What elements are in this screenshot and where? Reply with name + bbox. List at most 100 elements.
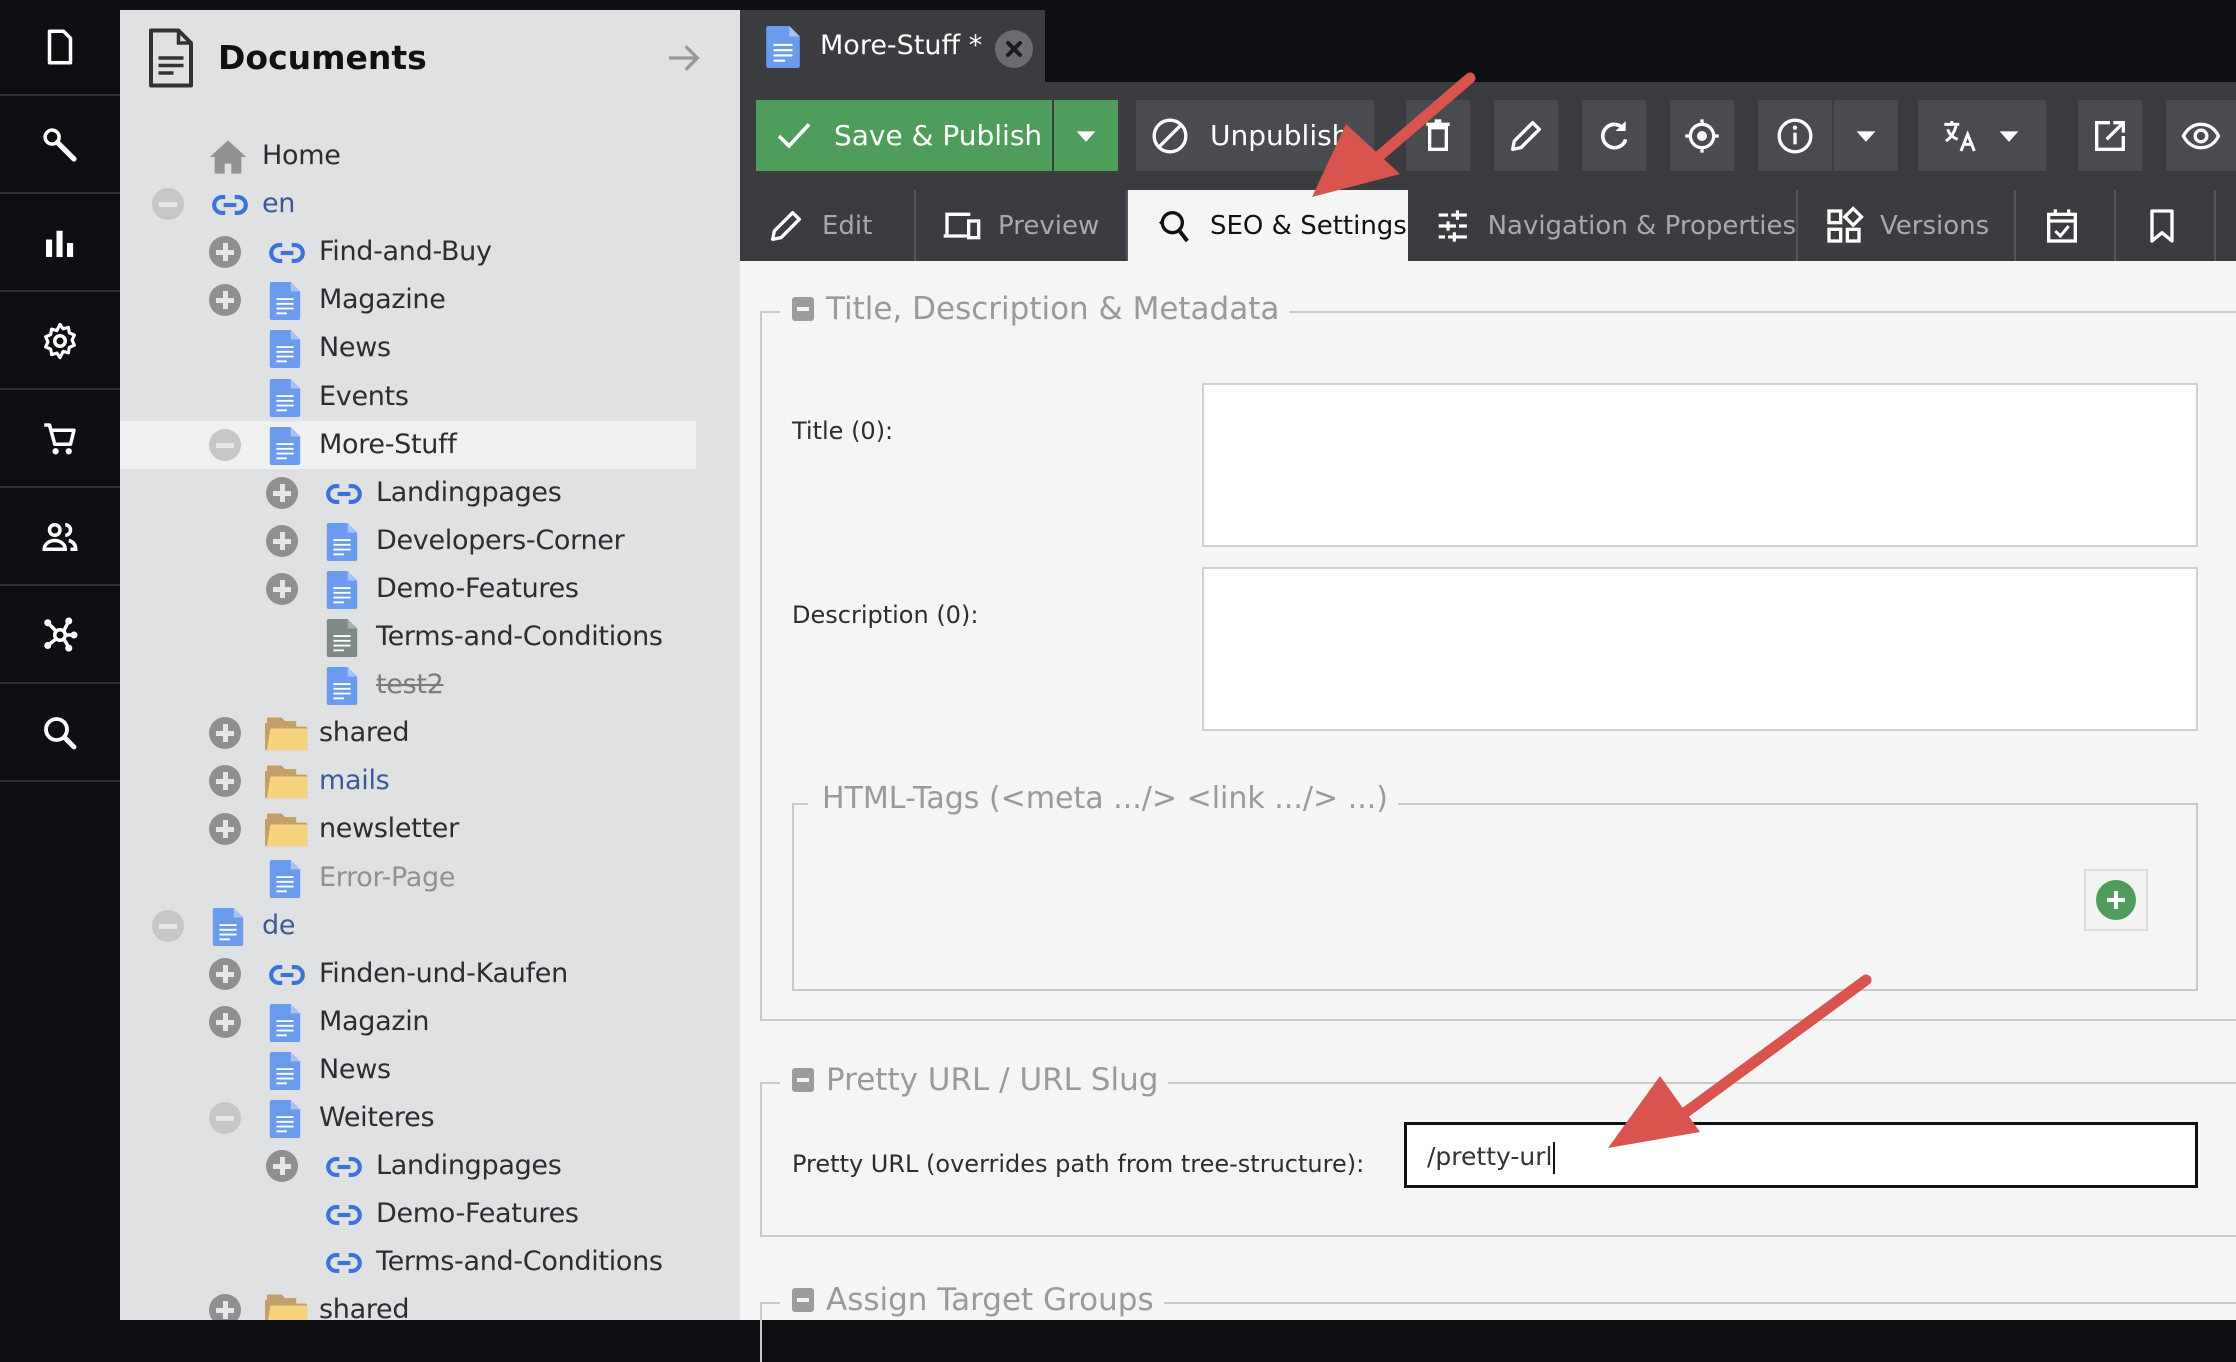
info-dropdown[interactable] <box>1834 100 1898 171</box>
tab-bookmarks[interactable] <box>2116 190 2216 261</box>
tree-item[interactable]: News <box>120 1046 696 1094</box>
nav-documents[interactable] <box>0 0 120 96</box>
open-in-new-window-button[interactable] <box>2078 100 2142 171</box>
reload-button[interactable] <box>1582 100 1646 171</box>
tab-edit[interactable]: Edit <box>740 190 916 261</box>
tree-item[interactable]: test2 <box>120 661 696 709</box>
tree-item[interactable]: shared <box>120 709 696 757</box>
tree-item[interactable]: Magazin <box>120 998 696 1046</box>
folder-icon <box>265 811 309 849</box>
tree-item[interactable]: More-Stuff <box>120 420 696 469</box>
tree-item-label: News <box>319 1053 391 1085</box>
expand-icon[interactable] <box>209 717 241 750</box>
tree-item[interactable]: News <box>120 324 696 372</box>
plus-icon <box>2096 880 2136 920</box>
expand-icon[interactable] <box>266 476 298 509</box>
collapse-toggle[interactable] <box>792 1068 814 1092</box>
target-groups-legend: Assign Target Groups <box>780 1282 1164 1318</box>
collapse-icon[interactable] <box>209 428 241 461</box>
collapse-toggle[interactable] <box>792 297 814 321</box>
save-publish-button[interactable]: Save & Publish <box>756 100 1052 171</box>
html-tags-fieldset: HTML-Tags (<meta .../> <link .../> ...) <box>792 781 2198 991</box>
unpublish-button[interactable]: Unpublish <box>1136 100 1374 171</box>
tree-item[interactable]: Landingpages <box>120 469 696 517</box>
tree-item[interactable]: Events <box>120 373 696 421</box>
tab-preview[interactable]: Preview <box>916 190 1128 261</box>
pretty-url-fieldset: Pretty URL / URL Slug Pretty URL (overri… <box>760 1062 2236 1237</box>
nav-ecommerce[interactable] <box>0 392 120 488</box>
collapse-icon[interactable] <box>152 188 184 221</box>
tree-item[interactable]: shared <box>120 1286 696 1320</box>
expand-icon[interactable] <box>209 236 241 269</box>
wrench-icon <box>43 128 77 162</box>
versions-icon <box>1827 205 1864 243</box>
tree-item[interactable]: Landingpages <box>120 1142 696 1190</box>
nav-marketing[interactable] <box>0 196 120 292</box>
expand-icon[interactable] <box>209 1294 241 1320</box>
tab-navigation-properties[interactable]: Navigation & Properties <box>1408 190 1798 261</box>
target-groups-fieldset: Assign Target Groups <box>760 1282 2236 1362</box>
tree-item[interactable]: mails <box>120 757 696 805</box>
arrow-right-icon[interactable] <box>664 38 704 78</box>
nav-tools[interactable] <box>0 98 120 194</box>
tree-item[interactable]: Developers-Corner <box>120 517 696 565</box>
link-icon <box>322 475 366 513</box>
expand-icon[interactable] <box>209 1005 241 1038</box>
tab-strip <box>1045 10 2236 82</box>
expand-icon[interactable] <box>209 284 241 317</box>
tree-item[interactable]: newsletter <box>120 805 696 853</box>
translate-icon <box>1944 120 1976 152</box>
tree-item[interactable]: Home <box>120 132 696 180</box>
tree-header: Documents <box>120 10 740 110</box>
title-textarea[interactable] <box>1202 383 2198 547</box>
tab-versions[interactable]: Versions <box>1798 190 2016 261</box>
tree-item[interactable]: Error-Page <box>120 854 696 902</box>
nav-search[interactable] <box>0 686 120 782</box>
tree-item[interactable]: Weiteres <box>120 1094 696 1142</box>
expand-icon[interactable] <box>209 765 241 798</box>
expand-icon[interactable] <box>266 524 298 557</box>
add-html-tag-button[interactable] <box>2084 869 2148 931</box>
expand-icon[interactable] <box>209 813 241 846</box>
expand-icon[interactable] <box>266 1150 298 1183</box>
tree-item-label: Developers-Corner <box>376 524 625 556</box>
tree-item[interactable]: Demo-Features <box>120 1190 696 1238</box>
tree-item-label: Terms-and-Conditions <box>376 621 663 652</box>
pretty-url-input[interactable]: /pretty-url <box>1404 1122 2198 1188</box>
delete-button[interactable] <box>1406 100 1470 171</box>
locate-in-tree-button[interactable] <box>1670 100 1734 171</box>
collapse-icon[interactable] <box>209 1102 241 1134</box>
tree-item[interactable]: Finden-und-Kaufen <box>120 950 696 998</box>
translation-dropdown[interactable] <box>1918 100 2046 171</box>
info-button[interactable] <box>1758 100 1832 171</box>
tree-item-label: Finden-und-Kaufen <box>319 957 568 989</box>
tree-item[interactable]: en <box>120 180 696 228</box>
collapse-icon[interactable] <box>152 909 184 942</box>
tab-seo-settings[interactable]: SEO & Settings <box>1128 190 1408 261</box>
sliders-icon <box>1438 209 1467 242</box>
close-tab-button[interactable] <box>995 30 1033 68</box>
tree-item[interactable]: Terms-and-Conditions <box>120 613 696 661</box>
nav-datahub[interactable] <box>0 588 120 684</box>
collapse-toggle[interactable] <box>792 1288 814 1312</box>
tree-item[interactable]: de <box>120 902 696 950</box>
html-tags-title: HTML-Tags (<meta .../> <link .../> ...) <box>808 781 1399 816</box>
pretty-url-legend: Pretty URL / URL Slug <box>780 1062 1169 1098</box>
expand-icon[interactable] <box>209 957 241 990</box>
nav-users[interactable] <box>0 490 120 586</box>
pretty-url-title: Pretty URL / URL Slug <box>826 1062 1159 1098</box>
tree-item[interactable]: Demo-Features <box>120 565 696 613</box>
description-textarea[interactable] <box>1202 567 2198 731</box>
tree-item[interactable]: Magazine <box>120 276 696 324</box>
save-options-dropdown[interactable] <box>1054 100 1118 171</box>
document-tab[interactable]: More-Stuff * <box>740 10 1045 82</box>
rename-button[interactable] <box>1494 100 1558 171</box>
nav-settings[interactable] <box>0 294 120 390</box>
link-icon <box>265 956 309 994</box>
tree-item[interactable]: Terms-and-Conditions <box>120 1238 696 1286</box>
tree-item[interactable]: Find-and-Buy <box>120 228 696 276</box>
view-page-button[interactable] <box>2166 100 2236 171</box>
expand-icon[interactable] <box>266 572 298 605</box>
main-navigation <box>0 0 120 1320</box>
tab-schedule[interactable] <box>2016 190 2116 261</box>
